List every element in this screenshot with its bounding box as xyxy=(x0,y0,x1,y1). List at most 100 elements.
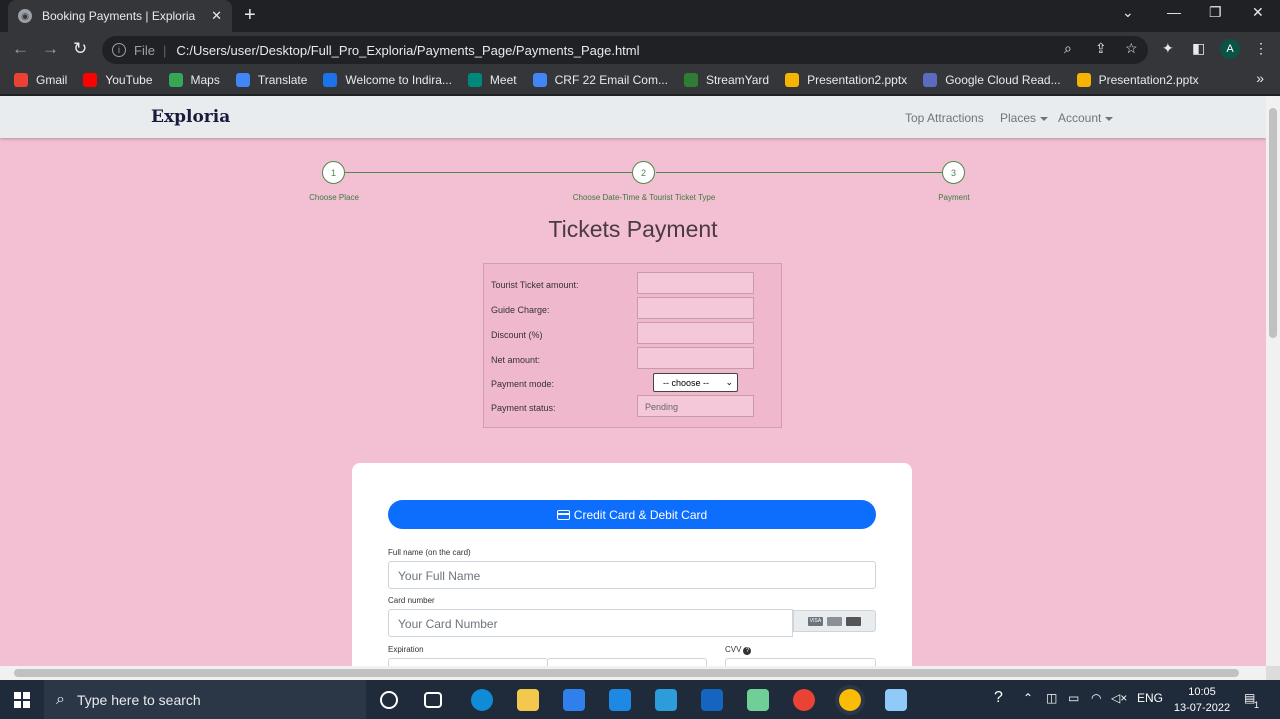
bookmark-favicon-icon xyxy=(1076,73,1091,87)
bookmark-item[interactable]: CRF 22 Email Com... xyxy=(532,73,668,87)
scroll-thumb[interactable] xyxy=(1269,108,1277,338)
net-amount-field[interactable] xyxy=(637,347,754,369)
bookmark-item[interactable]: Google Cloud Read... xyxy=(923,73,1061,87)
chevron-up-icon[interactable]: ⌃ xyxy=(1023,691,1033,705)
extensions-icon[interactable]: ✦ xyxy=(1162,40,1174,57)
menu-icon[interactable]: ⋮ xyxy=(1254,40,1268,57)
info-icon[interactable]: i xyxy=(112,43,126,57)
meet-now-icon[interactable]: ◫ xyxy=(1046,691,1057,705)
guide-charge-field[interactable] xyxy=(637,297,754,319)
bookmark-favicon-icon xyxy=(683,73,698,87)
minimize-icon[interactable]: — xyxy=(1167,4,1181,20)
guide-charge-label: Guide Charge: xyxy=(491,305,550,315)
tab-search-icon[interactable]: ⌄ xyxy=(1122,4,1134,21)
browser-tab-strip: ◉ Booking Payments | Exploria ✕ + ⌄ — ❐ … xyxy=(0,0,1280,32)
app-icon[interactable] xyxy=(885,689,907,711)
divider: | xyxy=(162,42,167,58)
bookmark-item[interactable]: Gmail xyxy=(14,73,67,87)
cvv-label-wrap: CVV? xyxy=(725,645,752,655)
scroll-thumb[interactable] xyxy=(14,669,1239,677)
nav-places-dropdown[interactable]: Places xyxy=(1000,111,1049,125)
file-explorer-icon[interactable] xyxy=(517,689,539,711)
chrome-icon[interactable] xyxy=(793,689,815,711)
expiration-month-input[interactable] xyxy=(388,658,548,666)
forward-icon[interactable]: → xyxy=(42,39,59,59)
vscode-icon[interactable] xyxy=(701,689,723,711)
nav-places-label: Places xyxy=(1000,111,1037,125)
tab-title: Booking Payments | Exploria xyxy=(42,9,196,23)
payment-status-field[interactable]: Pending xyxy=(637,395,754,417)
bookmarks-bar: Gmail YouTube Maps Translate Welcome to Indi… xyxy=(0,66,1280,95)
bookmark-item[interactable]: Welcome to Indira... xyxy=(323,73,452,87)
store-icon[interactable] xyxy=(563,689,585,711)
nav-account-dropdown[interactable]: Account xyxy=(1058,111,1114,125)
site-navbar: Exploria Top Attractions Places Account xyxy=(0,96,1266,138)
full-name-label: Full name (on the card) xyxy=(388,548,471,557)
bookmark-star-icon[interactable]: ☆ xyxy=(1125,40,1138,57)
reload-icon[interactable]: ↻ xyxy=(73,39,87,59)
profile-avatar[interactable]: A xyxy=(1220,39,1240,59)
page-title: Tickets Payment xyxy=(548,216,718,242)
visa-card-icon: VISA xyxy=(808,616,823,626)
battery-icon[interactable]: ▭ xyxy=(1068,691,1079,705)
cvv-input[interactable] xyxy=(725,658,876,666)
edge-icon[interactable] xyxy=(471,689,493,711)
language-indicator[interactable]: ENG xyxy=(1137,691,1163,705)
app-icon[interactable] xyxy=(655,689,677,711)
bookmark-item[interactable]: Maps xyxy=(168,73,220,87)
mail-icon[interactable] xyxy=(609,689,631,711)
expiration-year-input[interactable] xyxy=(547,658,707,666)
step-2-marker: 2 xyxy=(632,161,655,184)
share-icon[interactable]: ⇪ xyxy=(1095,40,1107,57)
bookmark-item[interactable]: Translate xyxy=(235,73,307,87)
ticket-amount-field[interactable] xyxy=(637,272,754,294)
nav-account-label: Account xyxy=(1058,111,1102,125)
bookmark-label: Presentation2.pptx xyxy=(807,73,908,87)
bookmark-item[interactable]: StreamYard xyxy=(683,73,769,87)
wifi-icon[interactable]: ◠ xyxy=(1091,691,1101,705)
payment-mode-select[interactable]: -- choose -- ⌄ xyxy=(653,373,738,392)
close-window-icon[interactable]: ✕ xyxy=(1252,4,1264,21)
notepad-icon[interactable] xyxy=(747,689,769,711)
bookmark-item[interactable]: Presentation2.pptx xyxy=(1076,73,1199,87)
task-view-icon[interactable] xyxy=(424,692,442,708)
new-tab-icon[interactable]: + xyxy=(244,5,256,25)
chrome-active-icon[interactable] xyxy=(839,689,861,711)
close-tab-icon[interactable]: ✕ xyxy=(211,8,222,24)
bookmark-item[interactable]: YouTube xyxy=(83,73,153,87)
restore-icon[interactable]: ❐ xyxy=(1209,4,1222,21)
step-3-marker: 3 xyxy=(942,161,965,184)
browser-tab[interactable]: ◉ Booking Payments | Exploria ✕ xyxy=(8,0,232,32)
clock[interactable]: 10:05 13-07-2022 xyxy=(1168,684,1236,716)
credit-card-tab-button[interactable]: Credit Card & Debit Card xyxy=(388,500,876,529)
card-number-label: Card number xyxy=(388,596,435,605)
bookmark-label: Gmail xyxy=(36,73,68,87)
horizontal-scrollbar[interactable] xyxy=(0,666,1266,680)
volume-icon[interactable]: ◁× xyxy=(1111,691,1127,705)
bookmark-item[interactable]: Meet xyxy=(467,73,517,87)
vertical-scrollbar[interactable] xyxy=(1266,96,1280,666)
zoom-icon[interactable]: ⌕ xyxy=(1064,40,1072,57)
question-circle-icon[interactable]: ? xyxy=(743,647,752,655)
step-connector xyxy=(656,172,942,173)
side-panel-icon[interactable]: ◧ xyxy=(1192,40,1205,57)
windows-start-icon[interactable] xyxy=(14,692,30,708)
nav-top-attractions[interactable]: Top Attractions xyxy=(905,111,984,125)
cortana-icon[interactable] xyxy=(380,691,398,709)
cvv-label: CVV xyxy=(725,645,742,654)
site-brand[interactable]: Exploria xyxy=(151,107,230,127)
address-bar[interactable]: i File | C:/Users/user/Desktop/Full_Pro_… xyxy=(102,36,1148,64)
clock-date: 13-07-2022 xyxy=(1173,702,1231,714)
credit-card-tab-label: Credit Card & Debit Card xyxy=(573,507,708,522)
full-name-input[interactable]: Your Full Name xyxy=(388,561,876,589)
browser-toolbar: ← → ↻ i File | C:/Users/user/Desktop/Ful… xyxy=(0,32,1280,66)
card-number-input[interactable]: Your Card Number xyxy=(388,609,793,637)
payment-mode-label: Payment mode: xyxy=(491,379,555,389)
help-icon[interactable]: ? xyxy=(994,689,1003,707)
card-chip-icon xyxy=(846,616,861,626)
bookmark-item[interactable]: Presentation2.pptx xyxy=(785,73,907,87)
taskbar-search-box[interactable]: ⌕ Type here to search xyxy=(44,680,366,719)
more-bookmarks-icon[interactable]: » xyxy=(1256,70,1264,86)
back-icon[interactable]: ← xyxy=(12,39,29,59)
discount-field[interactable] xyxy=(637,322,754,344)
